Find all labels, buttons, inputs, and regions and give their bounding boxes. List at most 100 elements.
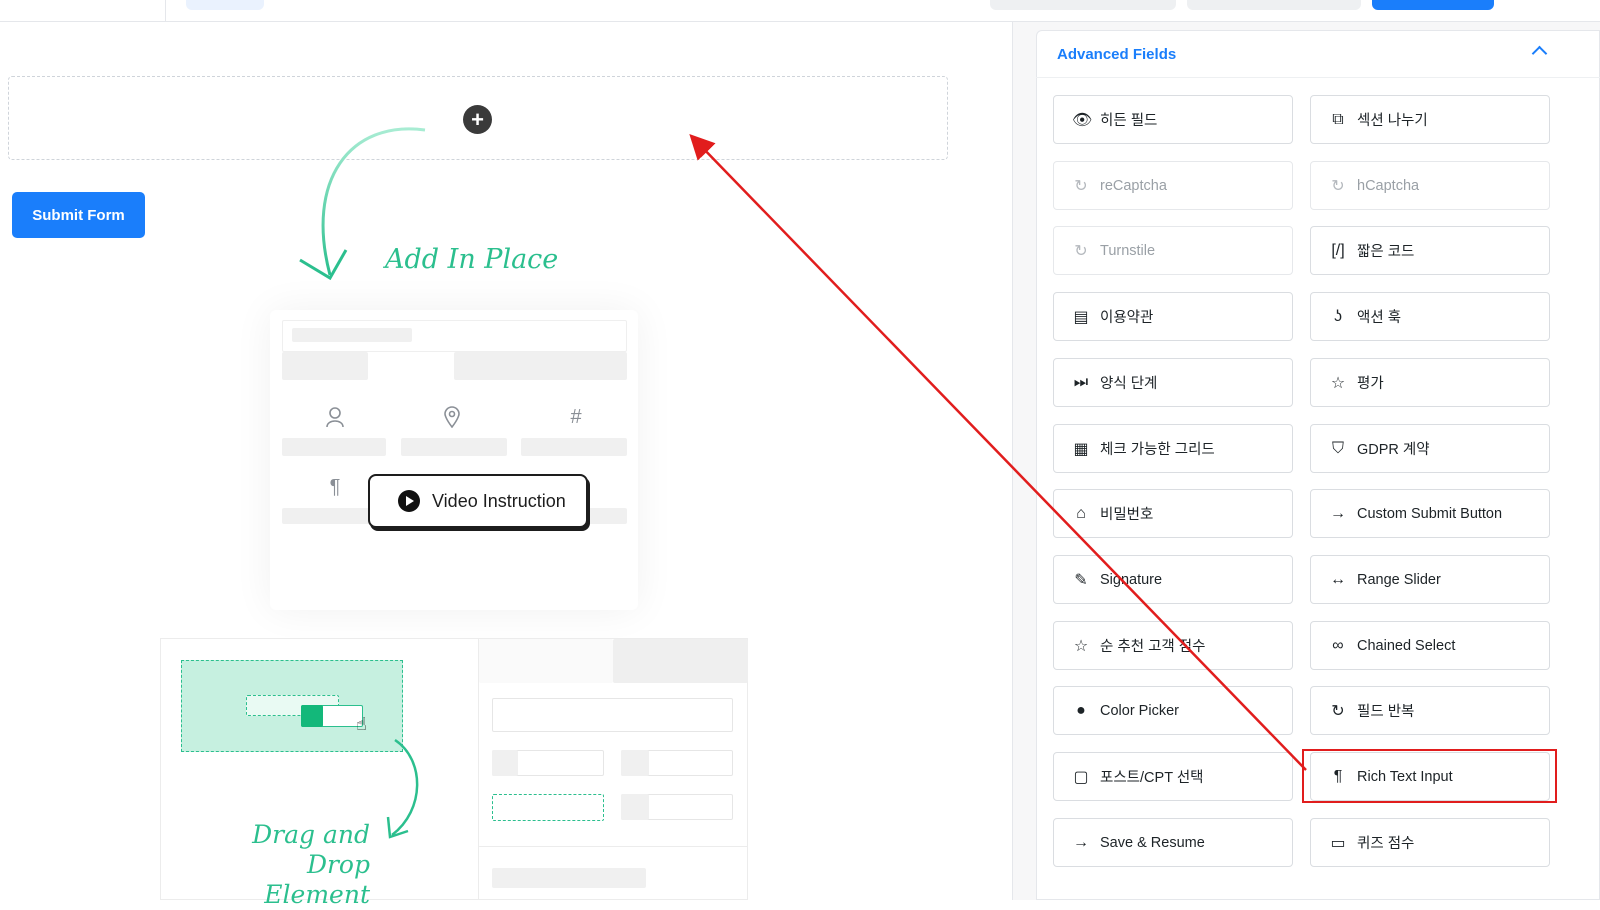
submit-form-button[interactable]: Submit Form (12, 192, 145, 238)
drag-drop-label-line1: Drag and Drop (252, 820, 370, 879)
field-button-label: 퀴즈 점수 (1357, 836, 1415, 852)
field-button[interactable]: ↻ 필드 반복 (1310, 686, 1550, 735)
field-button[interactable]: ▢ 포스트/CPT 선택 (1053, 752, 1293, 801)
drop-target-placeholder (492, 794, 604, 821)
toolbar-button-save-draft[interactable] (1187, 0, 1361, 10)
field-button-label: Custom Submit Button (1357, 505, 1503, 522)
video-instruction-label: Video Instruction (432, 490, 566, 511)
field-button[interactable]: ↻ Turnstile (1053, 226, 1293, 275)
user-icon (320, 406, 350, 434)
placeholder-bar (521, 438, 627, 456)
field-button[interactable]: ☆ 순 추천 고객 점수 (1053, 621, 1293, 670)
field-button-label: 히든 필드 (1100, 113, 1158, 129)
arrow-right-icon: → (1330, 504, 1346, 522)
field-button[interactable]: ↻ hCaptcha (1310, 161, 1550, 210)
video-instruction-button[interactable]: Video Instruction (368, 474, 588, 528)
field-button[interactable]: ✎ Signature (1053, 555, 1293, 604)
shield-icon: ⛉ (1331, 439, 1344, 457)
hand-cursor-icon: ☝ (356, 714, 367, 734)
curved-arrow-icon (386, 738, 419, 839)
placeholder-bar (401, 438, 507, 456)
field-button-label: 평가 (1357, 376, 1384, 392)
placeholder-bar (292, 328, 412, 342)
add-in-place-label: Add In Place (385, 244, 559, 275)
field-button-label: Save & Resume (1100, 834, 1205, 851)
dragged-element-accent (301, 705, 323, 727)
drag-drop-label-line2: Element (264, 880, 370, 909)
placeholder-bar (282, 508, 372, 524)
field-button-label: Turnstile (1100, 242, 1156, 259)
field-button-label: reCaptcha (1100, 177, 1167, 194)
field-button[interactable]: ∞ Chained Select (1310, 621, 1550, 670)
add-field-button[interactable]: + (463, 105, 492, 134)
hook-icon: ʖ (1334, 307, 1342, 325)
toolbar-button-save[interactable] (1372, 0, 1494, 10)
quiz-score-icon: ▭ (1330, 834, 1346, 852)
play-icon (398, 490, 420, 512)
field-button-label: Color Picker (1100, 702, 1179, 719)
field-button[interactable]: ▭ 퀴즈 점수 (1310, 818, 1550, 867)
field-button-label: 양식 단계 (1100, 376, 1158, 392)
placeholder-bar (282, 438, 386, 456)
repeat-icon: ↻ (1331, 702, 1345, 720)
field-button[interactable]: ⌂ 비밀번호 (1053, 489, 1293, 538)
field-button[interactable]: → Save & Resume (1053, 818, 1293, 867)
field-button[interactable]: [/] 짧은 코드 (1310, 226, 1550, 275)
field-button-label: 순 추천 고객 점수 (1100, 639, 1206, 655)
placeholder-bar (479, 846, 748, 847)
field-button-label: Signature (1100, 571, 1163, 588)
hash-icon: # (570, 406, 582, 428)
step-forward-icon: ⏭ (1073, 373, 1089, 391)
hcaptcha-icon: ↻ (1331, 177, 1345, 195)
placeholder-bar (586, 508, 627, 524)
grid-check-icon: ▦ (1073, 440, 1089, 458)
star-icon: ☆ (1330, 374, 1346, 392)
star-outline-icon: ☆ (1073, 637, 1089, 655)
field-button[interactable]: ▦ 체크 가능한 그리드 (1053, 424, 1293, 473)
placeholder-bar (613, 639, 748, 683)
toolbar-tab[interactable] (186, 0, 264, 10)
top-toolbar (0, 0, 1600, 22)
field-button[interactable]: ⏭ 양식 단계 (1053, 358, 1293, 407)
field-button-label: 포스트/CPT 선택 (1100, 770, 1204, 786)
annotation-highlight-box (1302, 749, 1557, 803)
field-button[interactable]: 👁 히든 필드 (1053, 95, 1293, 144)
color-drop-icon: ● (1076, 701, 1086, 719)
arrow-right-icon: → (1073, 833, 1089, 851)
plus-icon: + (471, 106, 484, 132)
placeholder-bar (282, 352, 368, 380)
field-button[interactable]: ⧉ 섹션 나누기 (1310, 95, 1550, 144)
field-button-label: 액션 훅 (1357, 310, 1402, 326)
placeholder-bar (479, 639, 613, 683)
shortcode-icon: [/] (1331, 241, 1345, 259)
field-button[interactable]: → Custom Submit Button (1310, 489, 1550, 538)
field-button-label: 체크 가능한 그리드 (1100, 442, 1215, 458)
field-button[interactable]: ⛉ GDPR 계약 (1310, 424, 1550, 473)
toolbar-divider (165, 0, 166, 22)
toolbar-button-preview[interactable] (990, 0, 1176, 10)
field-button-label: 짧은 코드 (1357, 244, 1415, 260)
field-button[interactable]: ↻ reCaptcha (1053, 161, 1293, 210)
placeholder-bar (492, 868, 646, 888)
field-button-label: hCaptcha (1357, 177, 1420, 194)
placeholder-bar (621, 750, 649, 776)
field-button-label: 필드 반복 (1357, 704, 1415, 720)
field-button[interactable]: ● Color Picker (1053, 686, 1293, 735)
range-slider-icon: ↔ (1330, 570, 1346, 588)
pilcrow-icon: ¶ (329, 476, 341, 498)
pen-icon: ✎ (1074, 571, 1088, 589)
field-button[interactable]: ʖ 액션 훅 (1310, 292, 1550, 341)
puzzle-icon: ⧉ (1332, 110, 1344, 128)
field-button[interactable]: ▤ 이용약관 (1053, 292, 1293, 341)
placeholder-bar (492, 698, 733, 732)
field-button[interactable]: ↔ Range Slider (1310, 555, 1550, 604)
field-button-label: Range Slider (1357, 571, 1441, 588)
field-button[interactable]: ☆ 평가 (1310, 358, 1550, 407)
placeholder-bar (621, 794, 649, 820)
field-button-label: 섹션 나누기 (1357, 113, 1428, 129)
field-button-label: 비밀번호 (1100, 507, 1154, 523)
field-button-label: GDPR 계약 (1357, 442, 1430, 458)
drag-drop-label: Drag and Drop Element (185, 820, 370, 910)
turnstile-icon: ↻ (1074, 242, 1088, 260)
chain-link-icon: ∞ (1332, 636, 1344, 654)
